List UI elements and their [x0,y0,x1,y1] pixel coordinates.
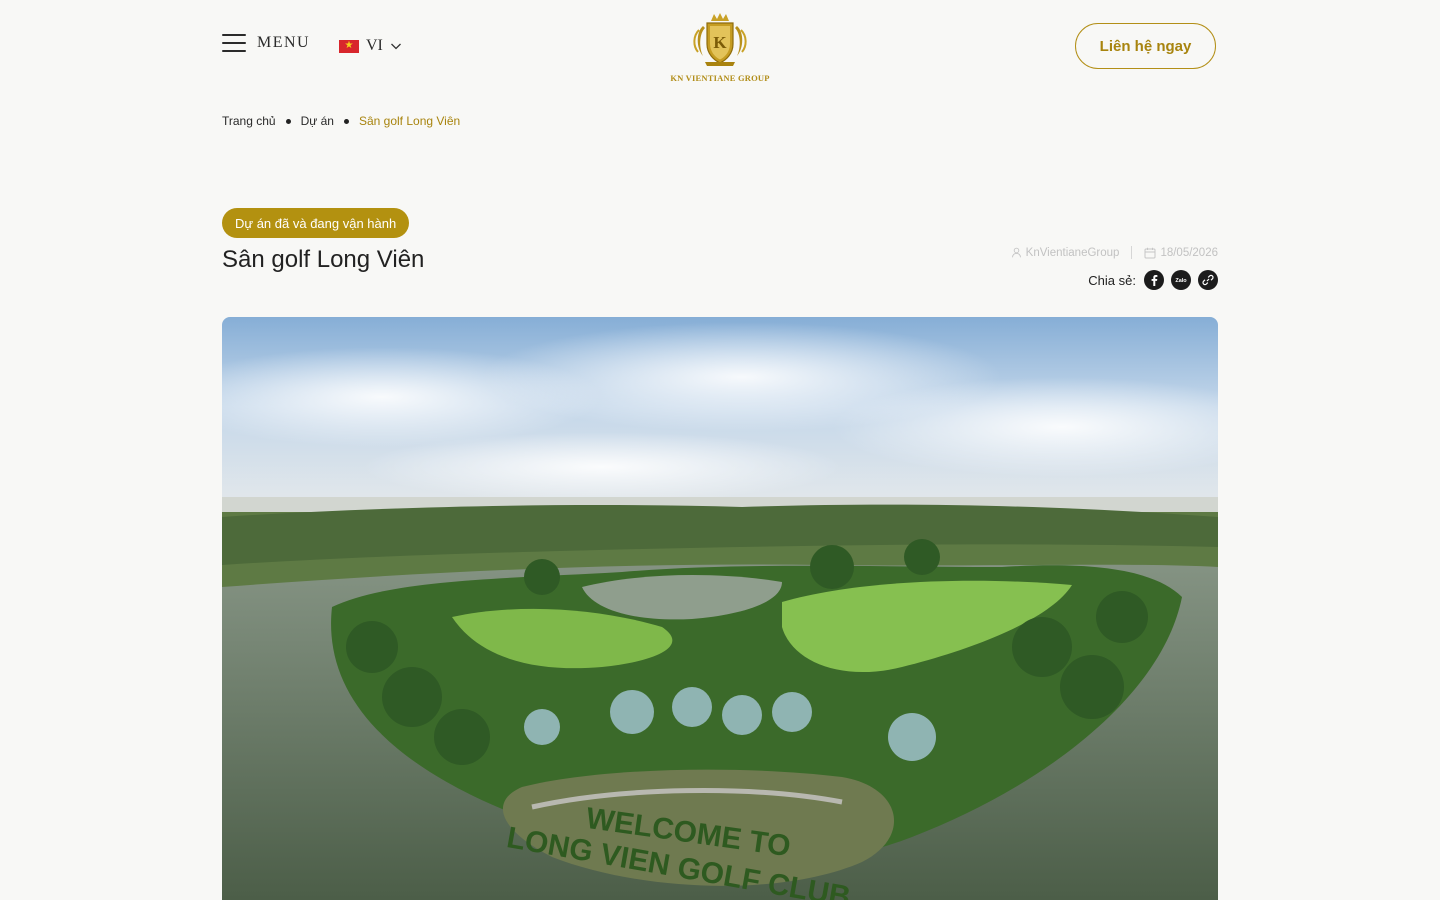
crest-icon: K [693,13,747,66]
share-bar: Chia sẻ: Zalo [1088,270,1218,290]
golf-course-aerial-image: WELCOME TO LONG VIEN GOLF CLUB [222,317,1218,900]
language-label: VI [366,37,383,54]
language-selector[interactable]: ★ VI [339,37,402,55]
breadcrumb-current: Sân golf Long Viên [358,114,461,128]
facebook-icon[interactable] [1144,270,1164,290]
svg-text:Zalo: Zalo [1175,278,1187,284]
breadcrumb-separator [343,118,349,124]
breadcrumb-projects[interactable]: Dự án [301,114,334,128]
user-icon [1011,247,1021,258]
svg-text:K: K [713,33,727,52]
contact-now-button[interactable]: Liên hệ ngay [1075,23,1216,69]
breadcrumb-separator [285,118,291,124]
author-info: KnVientianeGroup [1011,246,1120,259]
site-header: MENU ★ VI K KN VIENTIANE GROUP Liên hệ n… [0,0,1440,95]
link-icon[interactable] [1198,270,1218,290]
calendar-icon [1144,247,1156,258]
article-meta: KnVientianeGroup 18/05/2026 [1011,246,1218,259]
share-label: Chia sẻ: [1088,272,1136,288]
logo-text: KN VIENTIANE GROUP [670,73,770,83]
flag-vn-icon: ★ [339,39,359,53]
menu-icon [222,34,246,52]
date-info: 18/05/2026 [1144,247,1218,259]
page-title: Sân golf Long Viên [222,246,425,273]
chevron-down-icon [390,43,401,50]
meta-divider [1131,246,1133,259]
breadcrumb: Trang chủ Dự án Sân golf Long Viên [222,114,460,128]
company-logo[interactable]: K KN VIENTIANE GROUP [670,12,770,83]
publish-date: 18/05/2026 [1160,246,1218,259]
category-badge[interactable]: Dự án đã và đang vận hành [222,208,410,238]
hero-image: WELCOME TO LONG VIEN GOLF CLUB [222,317,1218,900]
menu-label: MENU [257,34,311,51]
zalo-icon[interactable]: Zalo [1171,270,1191,290]
menu-button[interactable]: MENU [222,34,310,52]
author-name: KnVientianeGroup [1025,246,1120,259]
breadcrumb-home[interactable]: Trang chủ [222,114,276,128]
